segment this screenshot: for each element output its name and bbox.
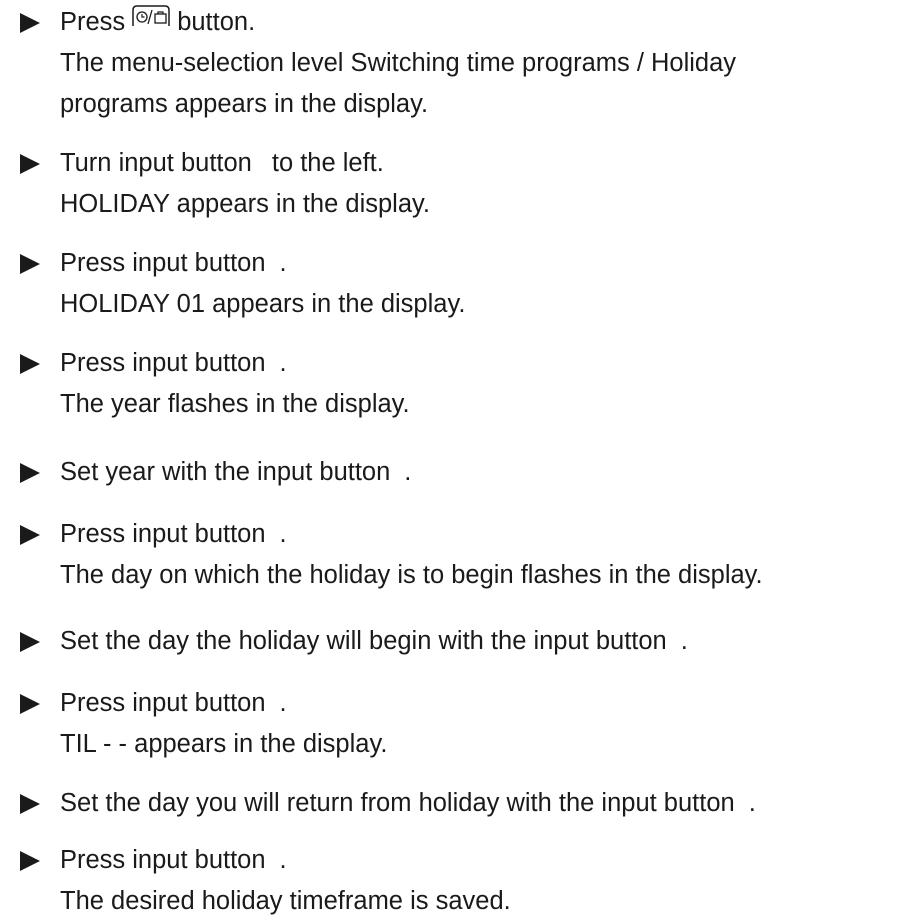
bullet-arrow-icon <box>20 353 40 374</box>
bullet-arrow-icon <box>20 524 40 545</box>
step-9: Set the day you will return from holiday… <box>20 783 920 824</box>
step-6: Press input button. The day on which the… <box>20 514 920 596</box>
bullet-arrow-icon <box>20 153 40 174</box>
bullet-arrow-icon <box>20 462 40 483</box>
step-action: Set the day the holiday will begin with … <box>20 621 920 662</box>
step-action-text: Set year with the input button. <box>60 458 412 486</box>
step-4: Press input button. The year flashes in … <box>20 343 920 425</box>
step-2: Turn input button to the left. HOLIDAY ap… <box>20 143 920 225</box>
step-action: Press button. <box>20 2 920 43</box>
step-action-text: Press input button. <box>60 349 287 377</box>
step-action-text: Press input button. <box>60 520 287 548</box>
step-action: Press input button. <box>20 243 920 284</box>
step-action: Set the day you will return from holiday… <box>20 783 920 824</box>
step-result: HOLIDAY appears in the display. <box>60 190 430 218</box>
step-action: Set year with the input button. <box>20 452 920 493</box>
step-result: TIL - - appears in the display. <box>60 730 388 758</box>
bullet-arrow-icon <box>20 793 40 814</box>
step-action: Press input button. <box>20 514 920 555</box>
bullet-arrow-icon <box>20 850 40 871</box>
step-10: Press input button. The desired holiday … <box>20 840 920 922</box>
step-action-text: Press input button. <box>60 846 287 874</box>
bullet-arrow-icon <box>20 12 40 33</box>
step-7: Set the day the holiday will begin with … <box>20 621 920 662</box>
step-5: Set year with the input button. <box>20 452 920 493</box>
step-result: The menu-selection level Switching time … <box>60 49 737 77</box>
step-1: Press button. The menu-selection level S… <box>20 2 920 125</box>
step-action-text: Press input button. <box>60 689 287 717</box>
bullet-arrow-icon <box>20 253 40 274</box>
step-action: Press input button. <box>20 343 920 384</box>
step-result: programs appears in the display. <box>60 90 429 118</box>
step-action-text: Set the day you will return from holiday… <box>60 789 756 817</box>
step-result: The day on which the holiday is to begin… <box>60 561 763 589</box>
step-action: Press input button. <box>20 683 920 724</box>
step-result: The desired holiday timeframe is saved. <box>60 887 511 915</box>
bullet-arrow-icon <box>20 693 40 714</box>
step-result: HOLIDAY 01 appears in the display. <box>60 290 466 318</box>
step-action: Press input button. <box>20 840 920 881</box>
step-8: Press input button. TIL - - appears in t… <box>20 683 920 765</box>
step-3: Press input button. HOLIDAY 01 appears i… <box>20 243 920 325</box>
bullet-arrow-icon <box>20 631 40 652</box>
clock-suitcase-icon <box>132 5 170 26</box>
step-action-text: Press button. <box>60 2 255 43</box>
step-action-text: Press input button. <box>60 249 287 277</box>
step-action: Turn input button to the left. <box>20 143 920 184</box>
step-result: The year flashes in the display. <box>60 390 410 418</box>
step-action-text: Turn input button to the left. <box>60 149 384 177</box>
step-action-text: Set the day the holiday will begin with … <box>60 627 688 655</box>
